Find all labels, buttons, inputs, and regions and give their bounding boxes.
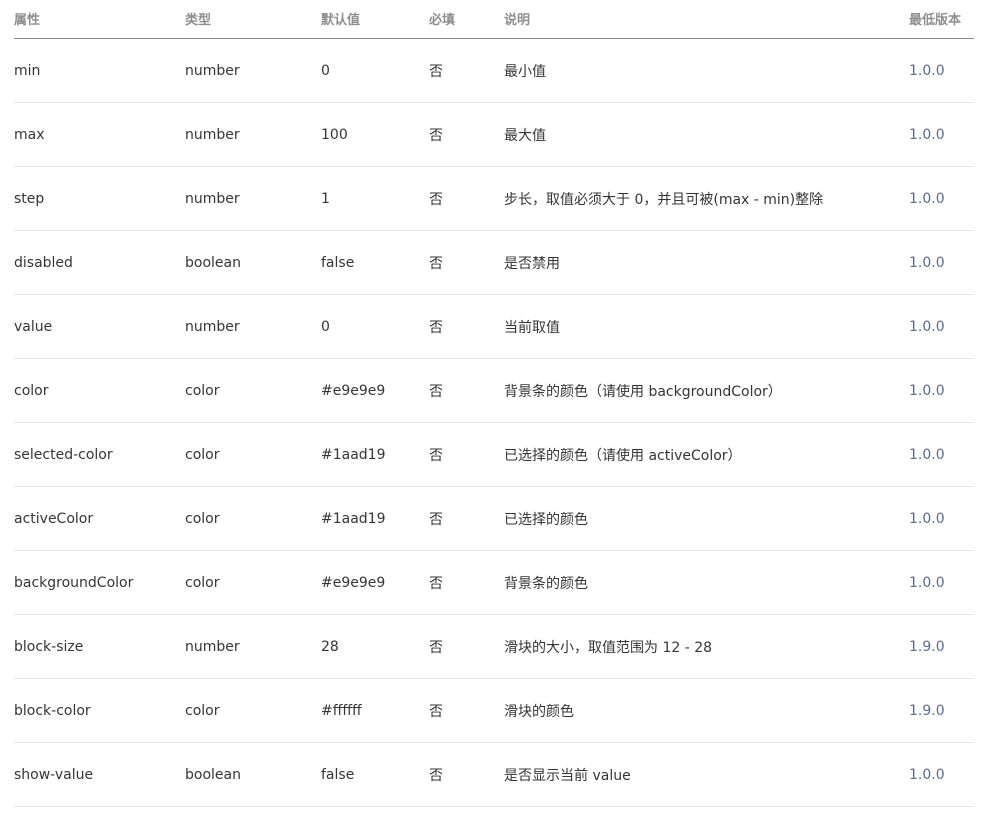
cell-version-link[interactable]: 1.0.0 xyxy=(909,551,945,614)
cell-attr: step xyxy=(14,190,45,207)
cell-type: boolean xyxy=(185,766,241,783)
cell-type: color xyxy=(185,446,220,463)
cell-version-link[interactable]: 1.0.0 xyxy=(909,423,945,486)
table-row: backgroundColor color #e9e9e9 否 背景条的颜色 1… xyxy=(14,551,974,615)
table-row: block-size number 28 否 滑块的大小，取值范围为 12 - … xyxy=(14,615,974,679)
cell-default: #1aad19 xyxy=(321,446,386,463)
cell-required: 否 xyxy=(429,703,443,720)
cell-required: 否 xyxy=(429,639,443,656)
cell-version-link[interactable]: 1.0.0 xyxy=(909,295,945,358)
properties-table: 属性 类型 默认值 必填 说明 最低版本 min number 0 否 最小值 … xyxy=(14,0,974,807)
cell-required: 否 xyxy=(429,191,443,208)
table-row: block-color color #ffffff 否 滑块的颜色 1.9.0 xyxy=(14,679,974,743)
table-row: color color #e9e9e9 否 背景条的颜色（请使用 backgro… xyxy=(14,359,974,423)
cell-default: 28 xyxy=(321,638,339,655)
table-row: value number 0 否 当前取值 1.0.0 xyxy=(14,295,974,359)
cell-type: number xyxy=(185,190,240,207)
header-description: 说明 xyxy=(504,13,531,28)
cell-type: boolean xyxy=(185,254,241,271)
cell-description: 是否禁用 xyxy=(504,255,560,272)
cell-version-link[interactable]: 1.0.0 xyxy=(909,167,945,230)
cell-default: 100 xyxy=(321,126,348,143)
cell-description: 已选择的颜色（请使用 activeColor） xyxy=(504,447,742,464)
header-default: 默认值 xyxy=(321,13,361,28)
cell-default: #ffffff xyxy=(321,702,362,719)
cell-type: number xyxy=(185,126,240,143)
cell-attr: min xyxy=(14,62,41,79)
cell-attr: show-value xyxy=(14,766,94,783)
cell-description: 最小值 xyxy=(504,63,546,80)
cell-default: #1aad19 xyxy=(321,510,386,527)
cell-type: color xyxy=(185,382,220,399)
header-version: 最低版本 xyxy=(909,13,962,28)
cell-description: 已选择的颜色 xyxy=(504,511,588,528)
header-attr: 属性 xyxy=(14,13,41,28)
cell-attr: value xyxy=(14,318,53,335)
cell-required: 否 xyxy=(429,511,443,528)
cell-description: 步长，取值必须大于 0，并且可被(max - min)整除 xyxy=(504,191,824,208)
table-row: show-value boolean false 否 是否显示当前 value … xyxy=(14,743,974,807)
cell-default: #e9e9e9 xyxy=(321,574,386,591)
cell-description: 背景条的颜色（请使用 backgroundColor） xyxy=(504,383,782,400)
cell-required: 否 xyxy=(429,447,443,464)
table-row: activeColor color #1aad19 否 已选择的颜色 1.0.0 xyxy=(14,487,974,551)
cell-attr: activeColor xyxy=(14,510,94,527)
cell-type: number xyxy=(185,638,240,655)
cell-attr: block-size xyxy=(14,638,84,655)
table-row: selected-color color #1aad19 否 已选择的颜色（请使… xyxy=(14,423,974,487)
cell-default: 1 xyxy=(321,190,330,207)
table-row: max number 100 否 最大值 1.0.0 xyxy=(14,103,974,167)
cell-required: 否 xyxy=(429,319,443,336)
cell-version-link[interactable]: 1.0.0 xyxy=(909,39,945,102)
cell-required: 否 xyxy=(429,127,443,144)
cell-attr: max xyxy=(14,126,45,143)
cell-type: number xyxy=(185,318,240,335)
cell-version-link[interactable]: 1.0.0 xyxy=(909,359,945,422)
cell-version-link[interactable]: 1.0.0 xyxy=(909,231,945,294)
cell-attr: block-color xyxy=(14,702,91,719)
cell-required: 否 xyxy=(429,767,443,784)
header-type: 类型 xyxy=(185,13,212,28)
cell-attr: backgroundColor xyxy=(14,574,134,591)
cell-version-link[interactable]: 1.0.0 xyxy=(909,103,945,166)
cell-default: 0 xyxy=(321,318,330,335)
cell-description: 当前取值 xyxy=(504,319,560,336)
table-row: min number 0 否 最小值 1.0.0 xyxy=(14,39,974,103)
cell-description: 是否显示当前 value xyxy=(504,767,631,784)
cell-type: color xyxy=(185,702,220,719)
cell-default: false xyxy=(321,254,355,271)
cell-required: 否 xyxy=(429,63,443,80)
cell-required: 否 xyxy=(429,383,443,400)
cell-required: 否 xyxy=(429,255,443,272)
cell-version-link[interactable]: 1.9.0 xyxy=(909,615,945,678)
cell-description: 滑块的大小，取值范围为 12 - 28 xyxy=(504,639,713,656)
table-header-row: 属性 类型 默认值 必填 说明 最低版本 xyxy=(14,0,974,39)
cell-default: #e9e9e9 xyxy=(321,382,386,399)
cell-type: color xyxy=(185,510,220,527)
cell-type: color xyxy=(185,574,220,591)
cell-type: number xyxy=(185,62,240,79)
cell-attr: selected-color xyxy=(14,446,113,463)
cell-required: 否 xyxy=(429,575,443,592)
cell-attr: color xyxy=(14,382,49,399)
cell-default: false xyxy=(321,766,355,783)
table-row: disabled boolean false 否 是否禁用 1.0.0 xyxy=(14,231,974,295)
cell-description: 最大值 xyxy=(504,127,546,144)
cell-version-link[interactable]: 1.0.0 xyxy=(909,743,945,806)
cell-version-link[interactable]: 1.9.0 xyxy=(909,679,945,742)
header-required: 必填 xyxy=(429,13,456,28)
table-row: step number 1 否 步长，取值必须大于 0，并且可被(max - m… xyxy=(14,167,974,231)
cell-description: 滑块的颜色 xyxy=(504,703,574,720)
cell-default: 0 xyxy=(321,62,330,79)
cell-version-link[interactable]: 1.0.0 xyxy=(909,487,945,550)
cell-attr: disabled xyxy=(14,254,73,271)
cell-description: 背景条的颜色 xyxy=(504,575,588,592)
